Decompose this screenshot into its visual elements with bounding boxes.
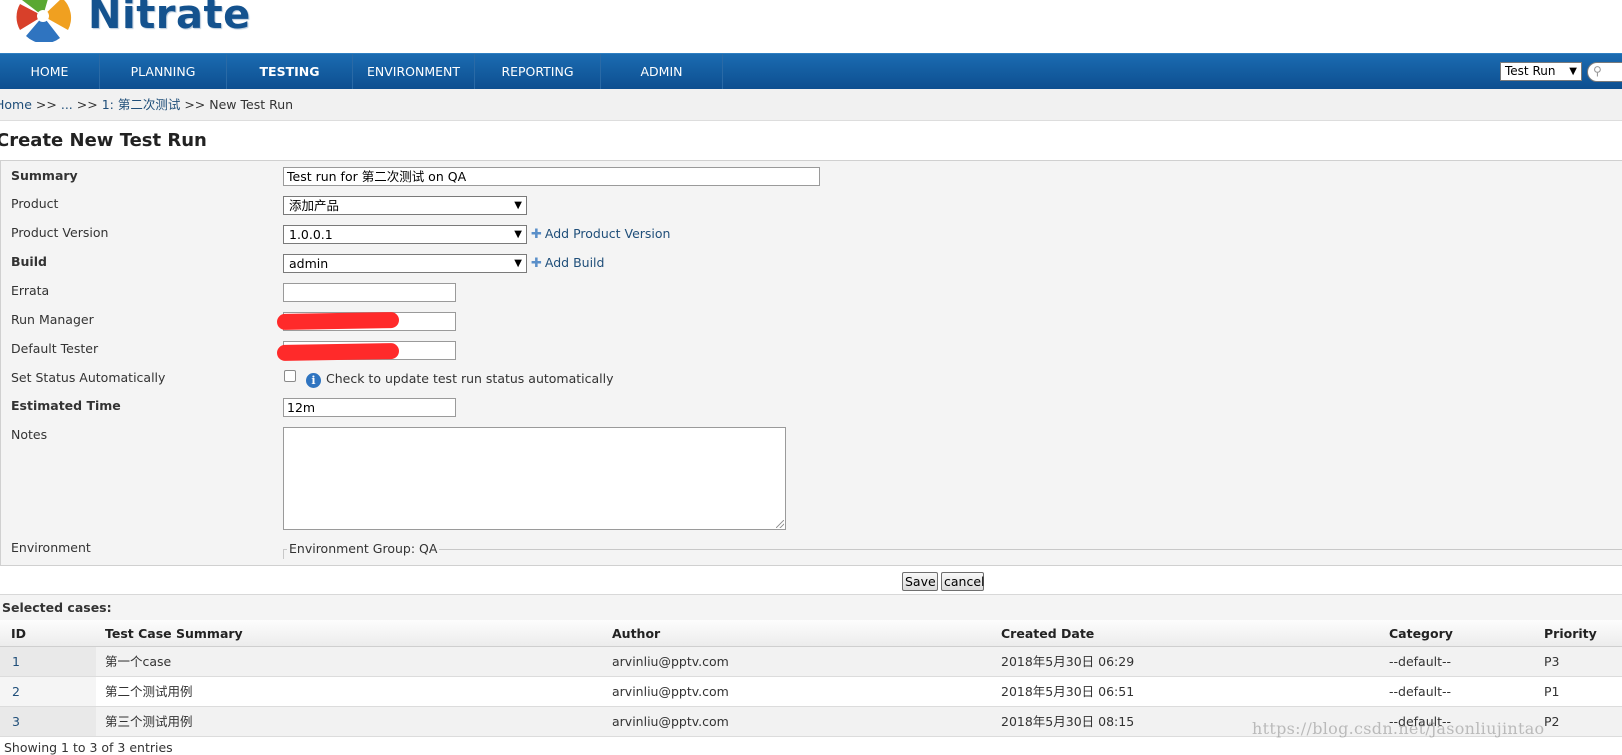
case-summary: 第二个测试用例	[105, 684, 193, 699]
nav-home[interactable]: HOME	[0, 54, 100, 89]
nav-reporting[interactable]: REPORTING	[475, 54, 601, 89]
info-icon: i	[306, 373, 321, 388]
add-build-link[interactable]: ✚ Add Build	[531, 255, 604, 271]
build-select[interactable]: admin ▼	[283, 254, 527, 273]
table-header: ID Test Case Summary Author Created Date…	[0, 620, 1622, 647]
dropdown-arrow-icon: ▼	[514, 229, 522, 240]
nitrate-logo-icon[interactable]	[14, 0, 72, 42]
page-title: Create New Test Run	[0, 130, 207, 151]
environment-label: Environment	[11, 540, 91, 555]
column-header-author[interactable]: Author	[612, 620, 660, 647]
main-nav: HOME PLANNING TESTING ENVIRONMENT REPORT…	[0, 53, 1622, 89]
add-product-version-label: Add Product Version	[544, 226, 671, 241]
case-priority: P3	[1544, 654, 1560, 669]
nav-environment[interactable]: ENVIRONMENT	[353, 54, 475, 89]
nav-planning[interactable]: PLANNING	[100, 54, 227, 89]
notes-label: Notes	[11, 427, 48, 442]
selected-cases-title: Selected cases:	[0, 594, 1622, 620]
summary-label: Summary	[11, 168, 78, 183]
column-header-id[interactable]: ID	[11, 620, 26, 647]
product-select-value: 添加产品	[289, 198, 340, 213]
case-author: arvinliu@pptv.com	[612, 714, 729, 729]
case-id-link[interactable]: 3	[12, 707, 20, 736]
search-scope-value: Test Run	[1505, 64, 1556, 78]
breadcrumb-separator: >>	[76, 97, 98, 112]
breadcrumb-separator: >>	[184, 97, 206, 112]
breadcrumb-plan[interactable]: 1: 第二次测试	[102, 97, 181, 112]
estimated-time-label: Estimated Time	[11, 398, 121, 413]
case-id-link[interactable]: 2	[12, 677, 20, 706]
save-button[interactable]: Save	[902, 572, 938, 591]
redaction-mark	[276, 342, 400, 362]
add-product-version-link[interactable]: ✚ Add Product Version	[531, 226, 670, 242]
summary-input[interactable]: Test run for 第二次测试 on QA	[283, 167, 820, 186]
nav-admin[interactable]: ADMIN	[601, 54, 723, 89]
dropdown-arrow-icon: ▼	[514, 200, 522, 211]
breadcrumb: Home >> ... >> 1: 第二次测试 >> New Test Run	[0, 89, 1622, 121]
nav-testing[interactable]: TESTING	[227, 54, 353, 89]
case-created: 2018年5月30日 06:29	[1001, 654, 1135, 669]
column-header-category[interactable]: Category	[1389, 620, 1453, 647]
case-created: 2018年5月30日 06:51	[1001, 684, 1135, 699]
column-header-created[interactable]: Created Date	[1001, 620, 1094, 647]
case-author: arvinliu@pptv.com	[612, 684, 729, 699]
build-label: Build	[11, 254, 47, 269]
column-header-priority[interactable]: Priority	[1544, 620, 1597, 647]
watermark: https://blog.csdn.net/jasonliujintao	[1252, 719, 1545, 738]
default-tester-label: Default Tester	[11, 341, 99, 356]
breadcrumb-ellipsis[interactable]: ...	[61, 97, 73, 112]
notes-textarea[interactable]	[283, 427, 786, 530]
case-priority: P2	[1544, 714, 1560, 729]
case-created: 2018年5月30日 08:15	[1001, 714, 1135, 729]
cancel-button[interactable]: cancel	[941, 572, 985, 591]
table-row: 1 第一个case arvinliu@pptv.com 2018年5月30日 0…	[0, 647, 1622, 677]
case-category: --default--	[1389, 684, 1452, 699]
errata-input[interactable]	[283, 283, 456, 302]
table-info: Showing 1 to 3 of 3 entries	[4, 740, 173, 755]
environment-group: Environment Group: QA	[287, 541, 440, 556]
set-status-checkbox[interactable]	[284, 370, 296, 382]
product-version-label: Product Version	[11, 225, 109, 240]
new-run-form	[0, 160, 1622, 566]
case-author: arvinliu@pptv.com	[612, 654, 729, 669]
case-summary: 第三个测试用例	[105, 714, 193, 729]
product-select[interactable]: 添加产品 ▼	[283, 196, 527, 215]
product-label: Product	[11, 196, 59, 211]
breadcrumb-home[interactable]: Home	[0, 97, 32, 112]
case-summary: 第一个case	[105, 654, 172, 669]
errata-label: Errata	[11, 283, 50, 298]
column-header-summary[interactable]: Test Case Summary	[105, 620, 243, 647]
breadcrumb-separator: >>	[35, 97, 57, 112]
app-header: Nitrate	[0, 0, 1622, 52]
case-priority: P1	[1544, 684, 1560, 699]
case-id-link[interactable]: 1	[12, 647, 20, 676]
resize-grip-icon[interactable]	[776, 520, 784, 528]
run-manager-label: Run Manager	[11, 312, 94, 327]
table-row: 2 第二个测试用例 arvinliu@pptv.com 2018年5月30日 0…	[0, 677, 1622, 707]
estimated-time-input[interactable]: 12m	[283, 398, 456, 417]
environment-fieldset	[283, 549, 1622, 559]
product-version-value: 1.0.0.1	[289, 227, 333, 242]
search-icon: ⚲	[1593, 64, 1602, 78]
plus-icon: ✚	[531, 227, 542, 242]
build-select-value: admin	[289, 256, 329, 271]
search-scope-select[interactable]: Test Run ▼	[1500, 62, 1582, 81]
set-status-hint: Check to update test run status automati…	[326, 371, 614, 386]
breadcrumb-current: New Test Run	[209, 97, 294, 112]
set-status-label: Set Status Automatically	[11, 370, 166, 385]
dropdown-arrow-icon: ▼	[1569, 66, 1577, 77]
plus-icon: ✚	[531, 256, 542, 271]
product-version-select[interactable]: 1.0.0.1 ▼	[283, 225, 527, 244]
redaction-mark	[276, 311, 400, 331]
case-category: --default--	[1389, 654, 1452, 669]
dropdown-arrow-icon: ▼	[514, 258, 522, 269]
add-build-label: Add Build	[544, 255, 605, 270]
search-input[interactable]: ⚲	[1587, 62, 1622, 82]
app-logo-text[interactable]: Nitrate	[88, 0, 251, 38]
